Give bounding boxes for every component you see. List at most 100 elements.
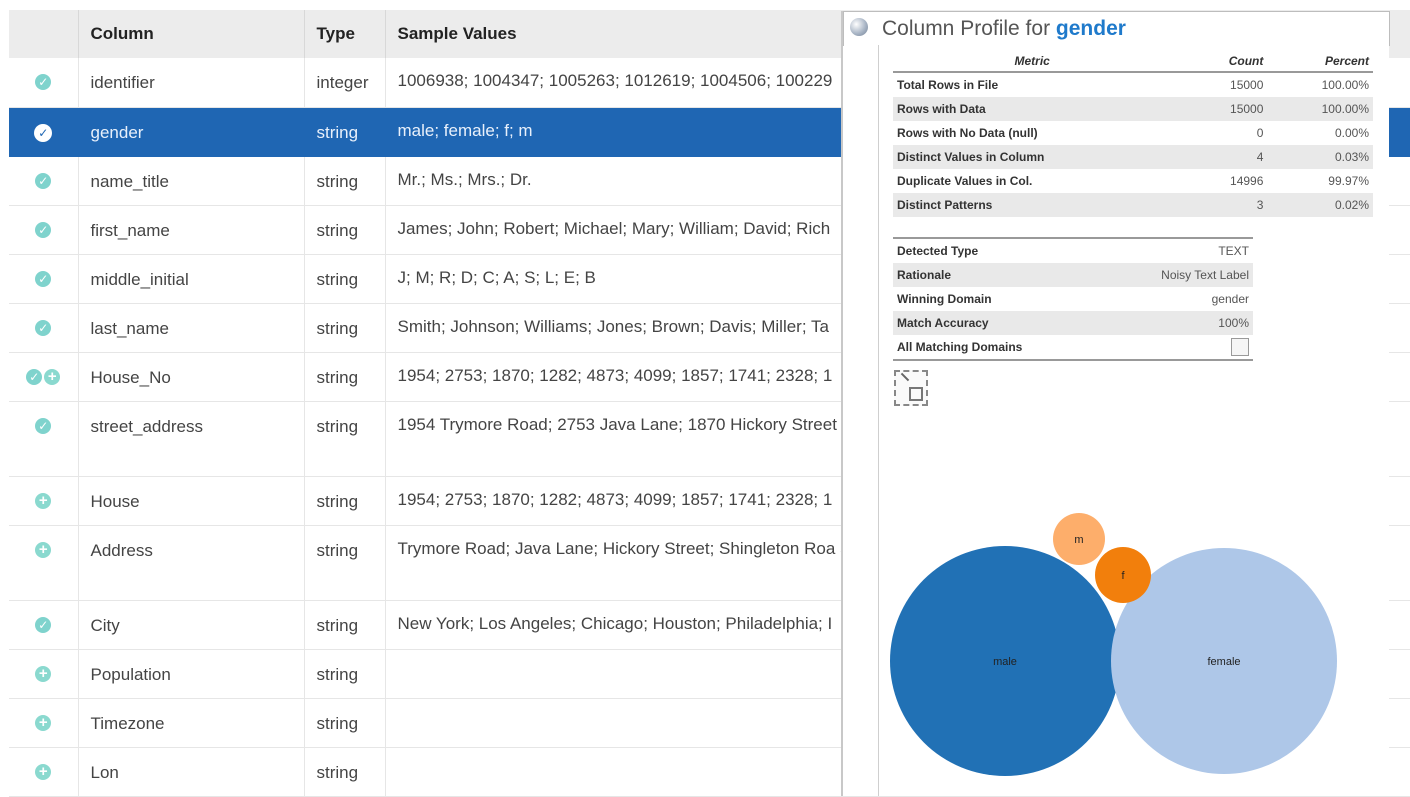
row-status-icons[interactable]: ✓ bbox=[9, 254, 79, 304]
column-type-cell: string bbox=[304, 352, 386, 402]
metric-row: Distinct Values in Column 4 0.03% bbox=[893, 145, 1373, 169]
panel-title-column: gender bbox=[1055, 17, 1126, 40]
metric-percent: 99.97% bbox=[1328, 174, 1369, 188]
column-type-cell: string bbox=[304, 303, 386, 353]
column-name-cell: Population bbox=[78, 649, 305, 699]
detection-row: Match Accuracy 100% bbox=[893, 311, 1253, 335]
check-icon[interactable]: ✓ bbox=[35, 319, 52, 336]
row-status-icons[interactable]: ✓ bbox=[9, 58, 79, 108]
row-status-icons[interactable]: ✓ bbox=[9, 401, 79, 477]
detection-label: Rationale bbox=[893, 263, 1103, 287]
row-status-icons[interactable]: + bbox=[9, 698, 79, 748]
panel-body: Metric Count Percent Total Rows in File 1… bbox=[878, 45, 1389, 796]
check-icon[interactable]: ✓ bbox=[34, 123, 53, 142]
bubble-m[interactable]: m bbox=[1053, 513, 1105, 565]
detection-value: gender bbox=[1211, 292, 1249, 306]
metric-row: Rows with Data 15000 100.00% bbox=[893, 97, 1373, 121]
detection-row: All Matching Domains bbox=[893, 335, 1253, 361]
metric-label: Duplicate Values in Col. bbox=[897, 174, 1033, 188]
metric-count: 0 bbox=[1256, 126, 1264, 140]
detection-value: TEXT bbox=[1218, 244, 1249, 258]
add-icon[interactable]: + bbox=[35, 492, 52, 509]
metric-percent: 100.00% bbox=[1321, 78, 1369, 92]
row-status-icons[interactable]: + bbox=[9, 525, 79, 601]
column-type-cell: string bbox=[304, 254, 386, 304]
metrics-table: Metric Count Percent Total Rows in File 1… bbox=[893, 51, 1373, 217]
metric-percent: 0.00% bbox=[1334, 126, 1369, 140]
metric-label: Distinct Values in Column bbox=[893, 145, 1172, 169]
metric-percent: 0.03% bbox=[1267, 145, 1373, 169]
row-status-icons[interactable]: + bbox=[9, 649, 79, 699]
row-status-icons[interactable]: ✓ bbox=[9, 205, 79, 255]
detection-row: Rationale Noisy Text Label bbox=[893, 263, 1253, 287]
check-icon[interactable]: ✓ bbox=[35, 221, 52, 238]
detection-value: Noisy Text Label bbox=[1102, 263, 1253, 287]
add-icon[interactable]: + bbox=[35, 541, 52, 558]
check-icon[interactable]: ✓ bbox=[26, 368, 43, 385]
check-icon[interactable]: ✓ bbox=[35, 616, 52, 633]
domains-list-icon[interactable] bbox=[1231, 338, 1249, 356]
column-name-cell: Timezone bbox=[78, 698, 305, 748]
metric-row: Rows with No Data (null) 0 0.00% bbox=[893, 121, 1373, 145]
column-type-cell: string bbox=[304, 156, 386, 206]
globe-icon bbox=[850, 18, 868, 36]
metric-percent: 100.00% bbox=[1267, 97, 1373, 121]
bubble-male[interactable]: male bbox=[890, 546, 1120, 776]
row-status-icons[interactable]: ✓ bbox=[9, 156, 79, 206]
metrics-header-count: Count bbox=[1171, 51, 1268, 73]
metric-row: Total Rows in File 15000 100.00% bbox=[893, 72, 1373, 97]
metrics-header-percent: Percent bbox=[1267, 51, 1373, 73]
detection-label: Match Accuracy bbox=[893, 311, 1103, 335]
metrics-header-metric: Metric bbox=[893, 51, 1172, 73]
add-icon[interactable]: + bbox=[44, 368, 61, 385]
bubble-f[interactable]: f bbox=[1095, 547, 1151, 603]
detection-value[interactable] bbox=[1102, 335, 1253, 361]
metric-count: 3 bbox=[1171, 193, 1268, 217]
column-type-cell: string bbox=[304, 476, 386, 526]
column-name-cell: name_title bbox=[78, 156, 305, 206]
row-status-icons[interactable]: ✓ bbox=[9, 600, 79, 650]
row-status-icons[interactable]: + bbox=[9, 747, 79, 797]
check-icon[interactable]: ✓ bbox=[35, 270, 52, 287]
header-column[interactable]: Column bbox=[78, 10, 305, 58]
check-icon[interactable]: ✓ bbox=[35, 172, 52, 189]
column-name-cell: House_No bbox=[78, 352, 305, 402]
column-type-cell: string bbox=[304, 525, 386, 601]
detection-table: Detected Type TEXT Rationale Noisy Text Lab… bbox=[893, 237, 1253, 361]
column-type-cell: string bbox=[304, 107, 386, 157]
row-status-icons[interactable]: + bbox=[9, 476, 79, 526]
column-name-cell: identifier bbox=[78, 58, 305, 108]
column-type-cell: string bbox=[304, 205, 386, 255]
metric-percent: 0.02% bbox=[1267, 193, 1373, 217]
column-type-cell: string bbox=[304, 698, 386, 748]
add-icon[interactable]: + bbox=[35, 763, 52, 780]
detection-row: Detected Type TEXT bbox=[893, 238, 1253, 263]
expand-icon[interactable] bbox=[894, 370, 928, 406]
column-profile-panel: Column Profile for gender Metric Count P… bbox=[841, 11, 1390, 796]
metric-row: Distinct Patterns 3 0.02% bbox=[893, 193, 1373, 217]
panel-title: Column Profile for gender bbox=[882, 17, 1126, 41]
row-status-icons[interactable]: ✓ bbox=[9, 303, 79, 353]
metric-label: Rows with No Data (null) bbox=[897, 126, 1038, 140]
add-icon[interactable]: + bbox=[35, 665, 52, 682]
add-icon[interactable]: + bbox=[35, 714, 52, 731]
column-name-cell: gender bbox=[78, 107, 305, 157]
metric-count: 15000 bbox=[1171, 97, 1268, 121]
column-name-cell: House bbox=[78, 476, 305, 526]
panel-header: Column Profile for gender bbox=[843, 11, 1390, 46]
column-name-cell: last_name bbox=[78, 303, 305, 353]
check-icon[interactable]: ✓ bbox=[35, 417, 52, 434]
column-type-cell: string bbox=[304, 747, 386, 797]
column-name-cell: Address bbox=[78, 525, 305, 601]
row-status-icons[interactable]: ✓ + bbox=[9, 352, 79, 402]
detection-label: Winning Domain bbox=[897, 292, 992, 306]
row-status-icons[interactable]: ✓ bbox=[9, 107, 79, 157]
metric-label: Rows with Data bbox=[893, 97, 1172, 121]
check-icon[interactable]: ✓ bbox=[35, 74, 52, 90]
column-name-cell: City bbox=[78, 600, 305, 650]
header-type[interactable]: Type bbox=[304, 10, 386, 58]
column-name-cell: first_name bbox=[78, 205, 305, 255]
metric-row: Duplicate Values in Col. 14996 99.97% bbox=[893, 169, 1373, 193]
column-name-cell: Lon bbox=[78, 747, 305, 797]
column-name-cell: street_address bbox=[78, 401, 305, 477]
